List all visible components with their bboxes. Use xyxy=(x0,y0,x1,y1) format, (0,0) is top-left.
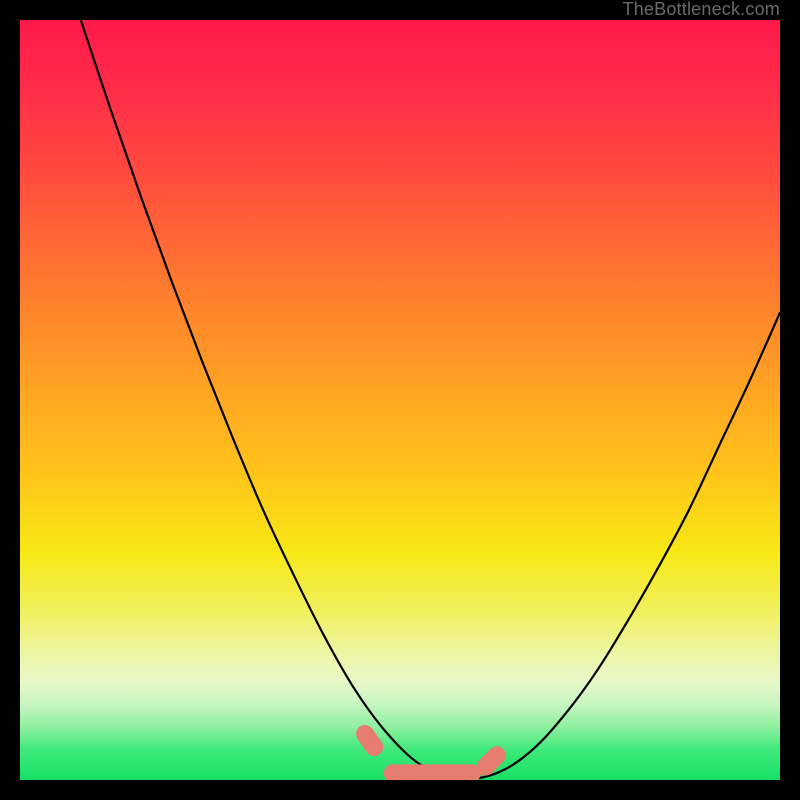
optimum-indicator xyxy=(352,721,509,779)
chart-frame: TheBottleneck.com xyxy=(20,20,780,780)
chart-overlay xyxy=(20,20,780,780)
watermark-text: TheBottleneck.com xyxy=(623,0,780,20)
bottleneck-curve xyxy=(81,20,780,779)
